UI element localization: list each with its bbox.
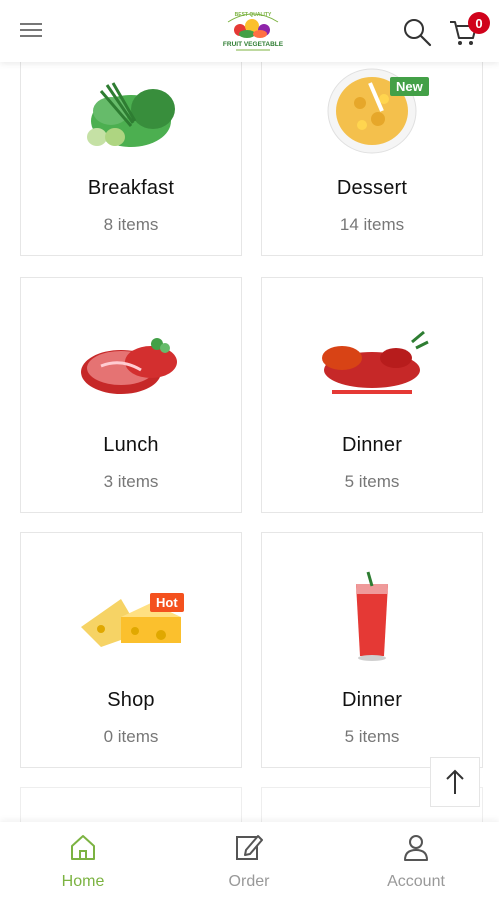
nav-home[interactable]: Home bbox=[0, 822, 166, 900]
cart-count-badge: 0 bbox=[468, 12, 490, 34]
cheese-image bbox=[81, 599, 181, 647]
hot-tag: Hot bbox=[150, 593, 184, 612]
red-drink-image bbox=[356, 571, 388, 661]
nav-order-label: Order bbox=[228, 873, 270, 890]
category-count: 3 items bbox=[103, 472, 159, 491]
category-count: 8 items bbox=[103, 215, 159, 234]
svg-text:BEST QUALITY: BEST QUALITY bbox=[235, 12, 272, 18]
bottom-navigation: Home Order Account bbox=[0, 822, 499, 900]
search-icon[interactable] bbox=[401, 16, 433, 48]
category-count: 5 items bbox=[344, 472, 400, 491]
nav-order[interactable]: Order bbox=[166, 822, 332, 900]
category-card-lunch[interactable]: Lunch 3 items bbox=[20, 277, 242, 513]
nav-account-label: Account bbox=[387, 873, 445, 890]
lobster-image bbox=[322, 330, 429, 394]
back-to-top-button[interactable] bbox=[430, 757, 480, 807]
app-header: BEST QUALITY FRUIT VEGETABLE 0 bbox=[0, 0, 499, 62]
arrow-up-icon bbox=[446, 769, 464, 794]
category-card-dinner[interactable]: Dinner 5 items bbox=[261, 277, 483, 513]
category-name: Shop bbox=[107, 689, 155, 711]
category-count: 0 items bbox=[103, 727, 159, 746]
category-name: Dessert bbox=[336, 177, 408, 199]
category-name: Dinner bbox=[341, 434, 403, 456]
category-name: Dinner bbox=[341, 689, 403, 711]
edit-icon bbox=[236, 835, 263, 860]
nav-home-label: Home bbox=[61, 873, 105, 890]
category-count: 14 items bbox=[339, 215, 405, 234]
category-count: 5 items bbox=[344, 727, 400, 746]
category-card-dinner-drink[interactable]: Dinner 5 items bbox=[261, 532, 483, 768]
brand-logo[interactable]: BEST QUALITY FRUIT VEGETABLE bbox=[220, 6, 286, 56]
new-tag: New bbox=[390, 77, 429, 96]
category-card-shop[interactable]: Hot Shop 0 items bbox=[20, 532, 242, 768]
nav-account[interactable]: Account bbox=[333, 822, 499, 900]
herbs-vegetables-image bbox=[87, 82, 175, 147]
home-icon bbox=[71, 835, 95, 860]
category-name: Lunch bbox=[103, 434, 159, 456]
raw-meat-image bbox=[81, 338, 177, 394]
svg-text:FRUIT VEGETABLE: FRUIT VEGETABLE bbox=[223, 41, 284, 48]
category-name: Breakfast bbox=[87, 177, 175, 199]
hamburger-icon[interactable] bbox=[20, 20, 46, 42]
category-grid: Breakfast 8 items New Dessert 14 items L… bbox=[0, 0, 499, 900]
user-icon bbox=[404, 835, 428, 861]
